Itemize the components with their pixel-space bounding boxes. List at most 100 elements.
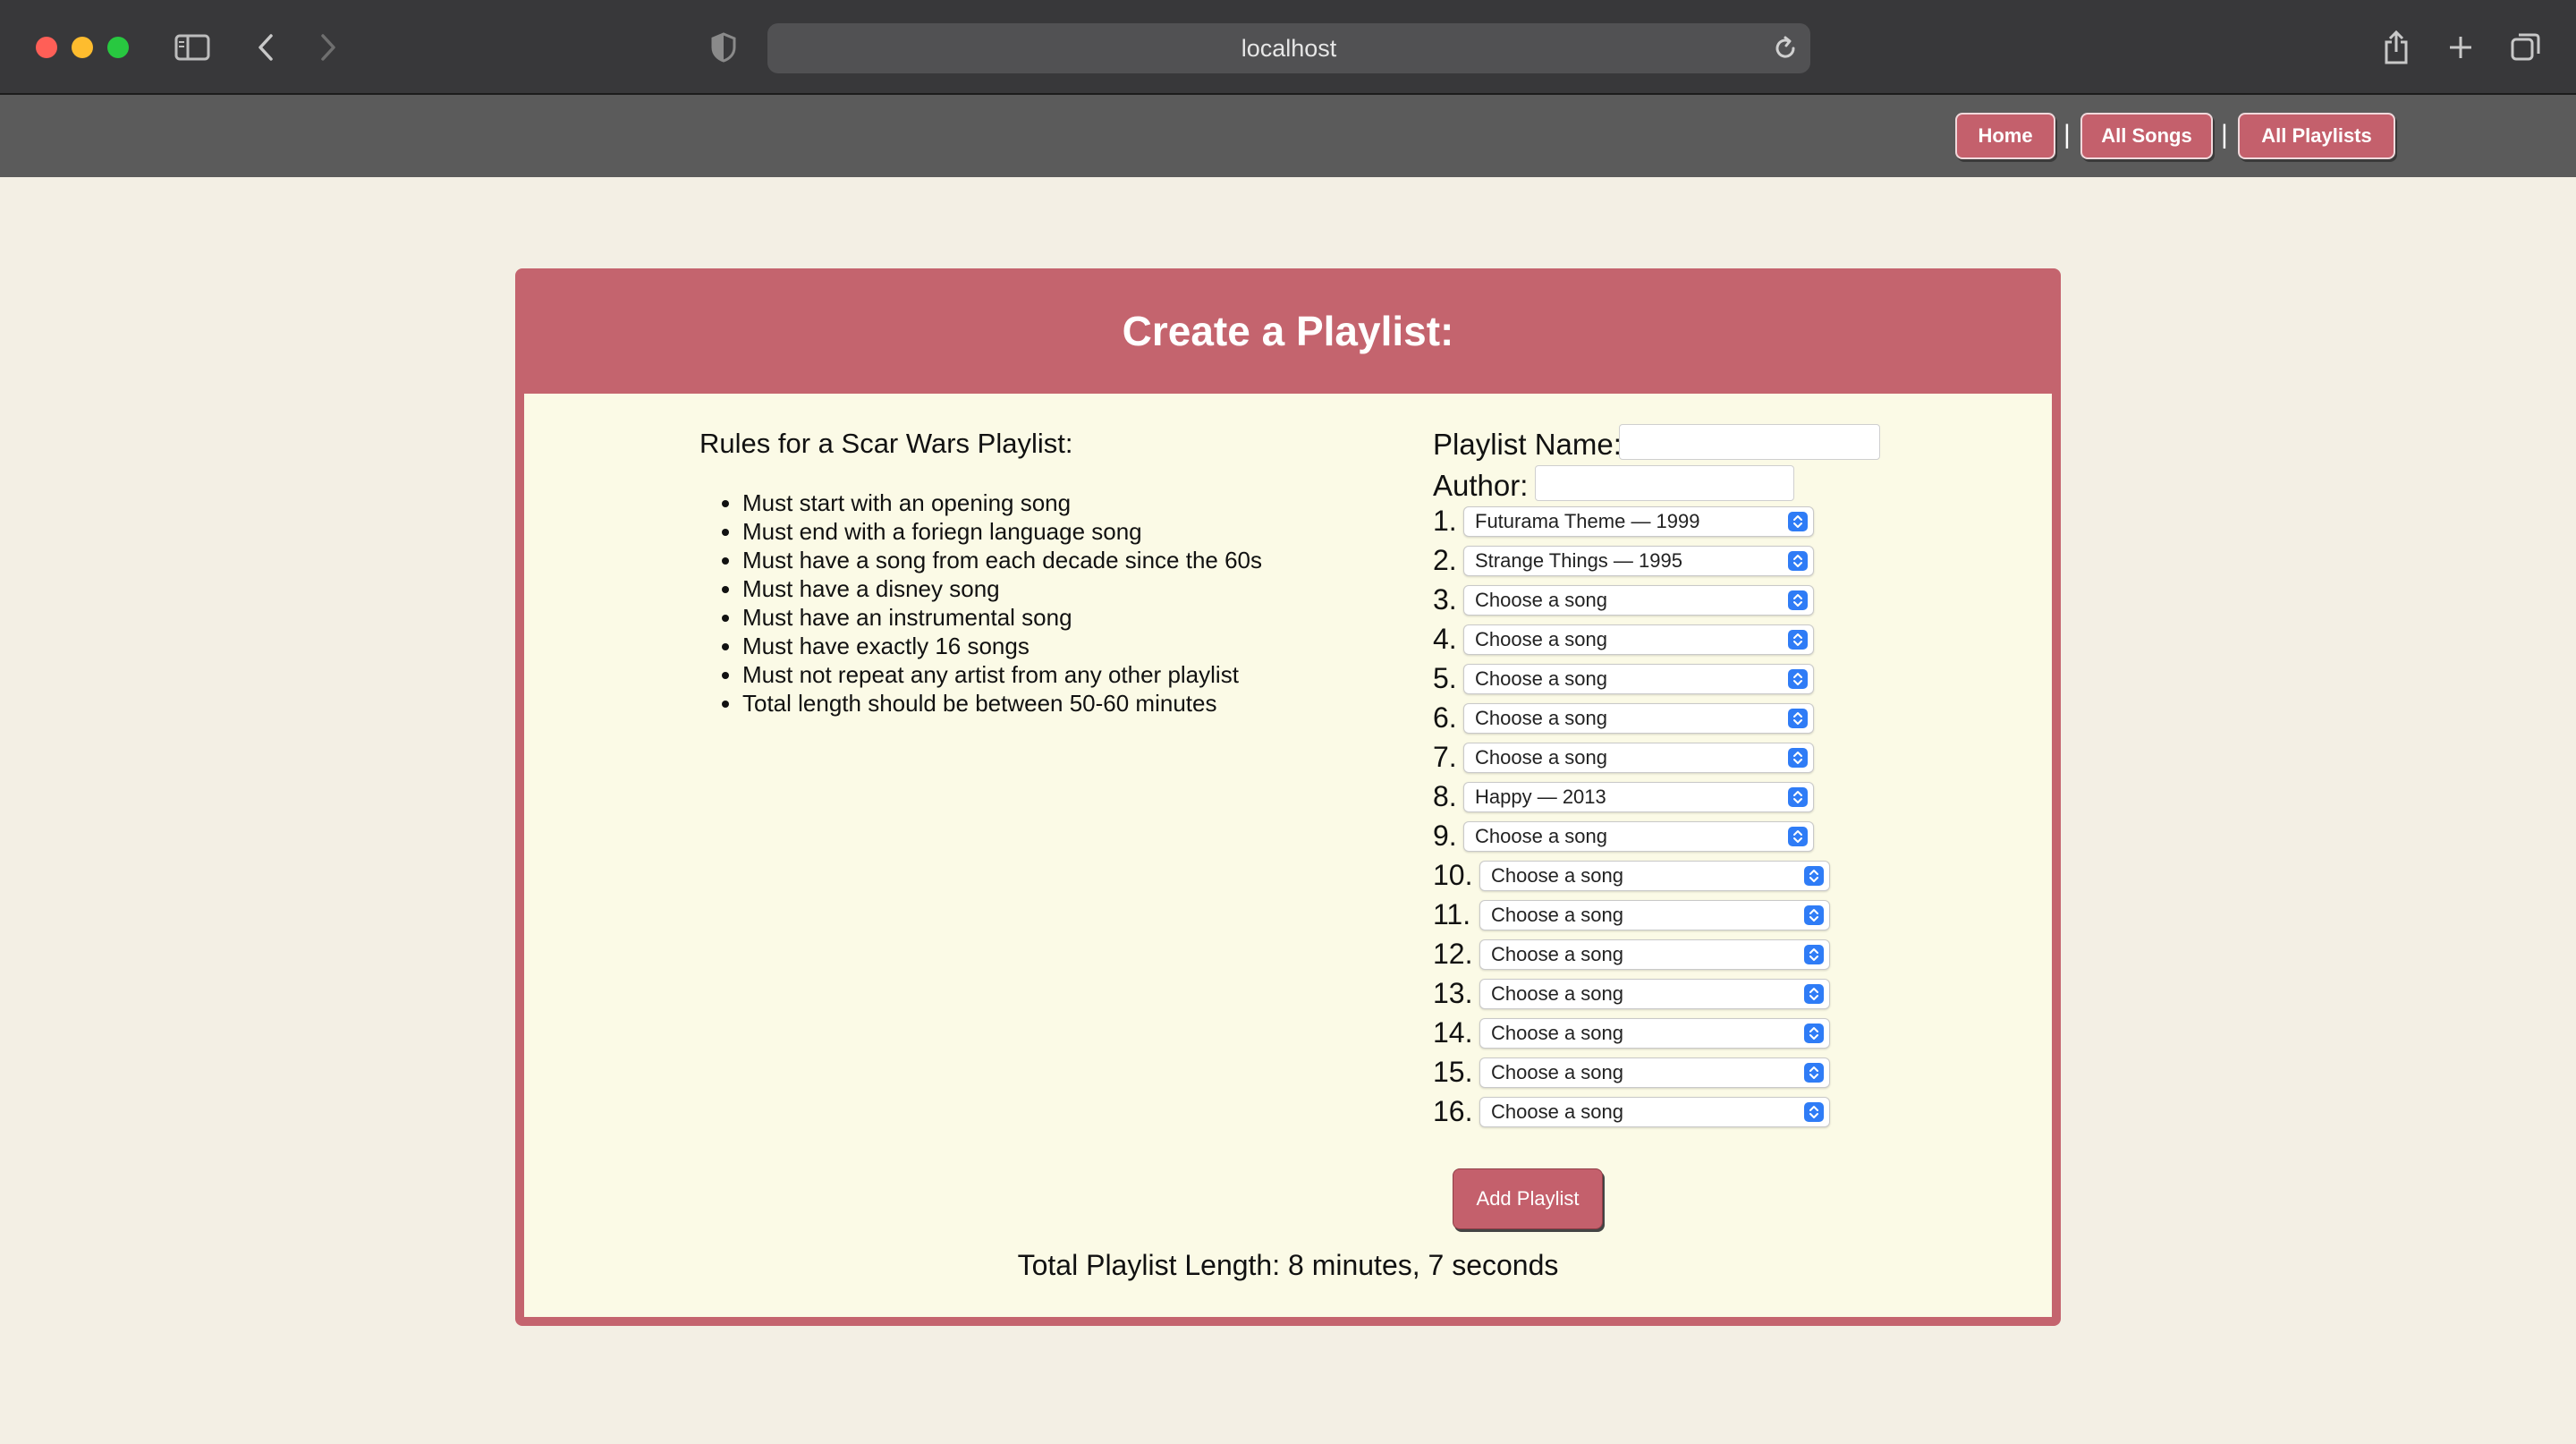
song-select[interactable]: Choose a song	[1479, 1097, 1830, 1127]
address-bar[interactable]: localhost	[767, 23, 1810, 73]
song-number-label: 15.	[1433, 1056, 1473, 1088]
select-chevron-icon	[1788, 551, 1808, 571]
privacy-shield-icon[interactable]	[708, 25, 739, 70]
song-number-label: 8.	[1433, 780, 1457, 812]
song-number-label: 5.	[1433, 662, 1457, 694]
back-icon[interactable]	[252, 25, 279, 70]
rule-item: Must have exactly 16 songs	[742, 632, 1262, 660]
rules-title: Rules for a Scar Wars Playlist:	[699, 428, 1073, 459]
close-window-button[interactable]	[36, 37, 57, 58]
select-chevron-icon	[1788, 630, 1808, 650]
sidebar-toggle-icon[interactable]	[172, 25, 213, 70]
author-label: Author:	[1433, 469, 1529, 502]
song-select[interactable]: Choose a song	[1479, 1018, 1830, 1049]
song-select[interactable]: Happy — 2013	[1463, 782, 1814, 812]
song-select[interactable]: Choose a song	[1463, 624, 1814, 655]
select-chevron-icon	[1788, 590, 1808, 610]
reload-icon[interactable]	[1771, 34, 1800, 63]
select-chevron-icon	[1804, 984, 1824, 1004]
select-chevron-icon	[1804, 1024, 1824, 1043]
select-chevron-icon	[1804, 905, 1824, 925]
song-select-value: Choose a song	[1491, 904, 1623, 926]
nav-all-playlists-button[interactable]: All Playlists	[2238, 113, 2395, 159]
nav-separator: |	[2221, 120, 2228, 149]
tab-overview-icon[interactable]	[2508, 25, 2544, 70]
song-select[interactable]: Choose a song	[1479, 861, 1830, 891]
rule-item: Must end with a foriegn language song	[742, 517, 1262, 546]
create-playlist-card: Create a Playlist: Rules for a Scar Wars…	[515, 268, 2061, 1326]
song-number-label: 9.	[1433, 820, 1457, 852]
song-select-value: Choose a song	[1491, 1061, 1623, 1083]
zoom-window-button[interactable]	[107, 37, 129, 58]
song-select-value: Choose a song	[1491, 864, 1623, 887]
song-select[interactable]: Choose a song	[1463, 743, 1814, 773]
playlist-name-label: Playlist Name:	[1433, 428, 1622, 461]
rule-item: Must not repeat any artist from any othe…	[742, 660, 1262, 689]
nav-separator: |	[2063, 120, 2071, 149]
song-number-label: 6.	[1433, 701, 1457, 734]
song-select[interactable]: Choose a song	[1463, 821, 1814, 852]
select-chevron-icon	[1804, 866, 1824, 886]
song-select[interactable]: Choose a song	[1463, 703, 1814, 734]
song-number-label: 7.	[1433, 741, 1457, 773]
song-select-value: Choose a song	[1475, 628, 1607, 650]
song-number-label: 2.	[1433, 544, 1457, 576]
select-chevron-icon	[1804, 945, 1824, 964]
browser-toolbar: localhost	[0, 0, 2576, 95]
song-select[interactable]: Choose a song	[1463, 664, 1814, 694]
song-select-value: Choose a song	[1491, 943, 1623, 965]
author-input[interactable]	[1535, 465, 1794, 501]
select-chevron-icon	[1788, 787, 1808, 807]
rule-item: Must start with an opening song	[742, 488, 1262, 517]
select-chevron-icon	[1804, 1102, 1824, 1122]
song-select-value: Choose a song	[1475, 707, 1607, 729]
rules-list: Must start with an opening song Must end…	[742, 488, 1262, 718]
rule-item: Total length should be between 50-60 min…	[742, 689, 1262, 718]
song-number-label: 10.	[1433, 859, 1473, 891]
song-number-label: 4.	[1433, 623, 1457, 655]
select-chevron-icon	[1788, 709, 1808, 728]
song-select-value: Happy — 2013	[1475, 786, 1606, 808]
top-navbar: Home | All Songs | All Playlists	[0, 95, 2576, 177]
song-select-value: Strange Things — 1995	[1475, 549, 1682, 572]
address-bar-text: localhost	[1241, 35, 1337, 62]
song-number-label: 13.	[1433, 977, 1473, 1009]
song-select-value: Choose a song	[1491, 982, 1623, 1005]
minimize-window-button[interactable]	[72, 37, 93, 58]
song-select-value: Choose a song	[1491, 1100, 1623, 1123]
song-select[interactable]: Choose a song	[1479, 900, 1830, 930]
rule-item: Must have an instrumental song	[742, 603, 1262, 632]
forward-icon[interactable]	[315, 25, 342, 70]
song-select[interactable]: Choose a song	[1479, 939, 1830, 970]
playlist-name-input[interactable]	[1619, 424, 1880, 460]
song-select[interactable]: Choose a song	[1479, 1058, 1830, 1088]
nav-all-songs-button[interactable]: All Songs	[2080, 113, 2213, 159]
add-playlist-button[interactable]: Add Playlist	[1453, 1168, 1603, 1229]
song-select[interactable]: Futurama Theme — 1999	[1463, 506, 1814, 537]
card-title: Create a Playlist:	[1122, 308, 1454, 354]
song-select[interactable]: Choose a song	[1479, 979, 1830, 1009]
share-icon[interactable]	[2379, 25, 2413, 70]
song-select[interactable]: Choose a song	[1463, 585, 1814, 616]
total-playlist-length: Total Playlist Length: 8 minutes, 7 seco…	[1017, 1249, 1559, 1281]
rule-item: Must have a song from each decade since …	[742, 546, 1262, 574]
song-number-label: 12.	[1433, 938, 1473, 970]
song-number-label: 1.	[1433, 505, 1457, 537]
page: Home | All Songs | All Playlists Create …	[0, 95, 2576, 1444]
song-select-value: Choose a song	[1475, 746, 1607, 769]
song-number-label: 3.	[1433, 583, 1457, 616]
song-select-value: Futurama Theme — 1999	[1475, 510, 1700, 532]
song-select-value: Choose a song	[1491, 1022, 1623, 1044]
nav-home-button[interactable]: Home	[1955, 113, 2055, 159]
song-select[interactable]: Strange Things — 1995	[1463, 546, 1814, 576]
select-chevron-icon	[1788, 827, 1808, 846]
song-select-value: Choose a song	[1475, 667, 1607, 690]
song-number-label: 11.	[1433, 898, 1471, 930]
select-chevron-icon	[1788, 512, 1808, 531]
new-tab-icon[interactable]	[2444, 25, 2478, 70]
song-number-label: 14.	[1433, 1016, 1473, 1049]
select-chevron-icon	[1804, 1063, 1824, 1083]
rule-item: Must have a disney song	[742, 574, 1262, 603]
select-chevron-icon	[1788, 669, 1808, 689]
song-select-value: Choose a song	[1475, 825, 1607, 847]
